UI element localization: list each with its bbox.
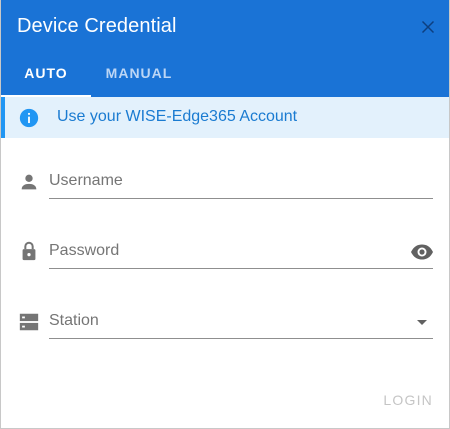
info-banner-text: Use your WISE-Edge365 Account <box>57 108 298 125</box>
login-button[interactable]: LOGIN <box>383 388 433 412</box>
password-input[interactable] <box>49 239 404 263</box>
station-field[interactable] <box>1 289 449 339</box>
caret-down-icon[interactable] <box>415 316 429 330</box>
username-underline <box>49 198 433 199</box>
eye-icon[interactable] <box>410 240 434 264</box>
station-select[interactable] <box>49 309 404 333</box>
lock-icon <box>22 241 36 261</box>
dialog-header: Device Credential AUTO MANUAL <box>1 0 449 97</box>
storage-icon <box>19 313 39 331</box>
username-field <box>1 149 449 199</box>
station-underline <box>49 338 433 339</box>
username-input[interactable] <box>49 169 404 193</box>
tab-bar: AUTO MANUAL <box>1 50 449 97</box>
password-field <box>1 219 449 269</box>
info-icon <box>19 108 39 128</box>
info-banner: Use your WISE-Edge365 Account <box>1 97 449 138</box>
dialog-title: Device Credential <box>17 15 177 37</box>
person-icon <box>21 174 37 190</box>
close-icon[interactable] <box>417 16 439 38</box>
tab-manual[interactable]: MANUAL <box>91 50 187 97</box>
tab-auto[interactable]: AUTO <box>1 50 91 97</box>
password-underline <box>49 268 433 269</box>
device-credential-dialog: Device Credential AUTO MANUAL Use your W… <box>0 0 450 429</box>
